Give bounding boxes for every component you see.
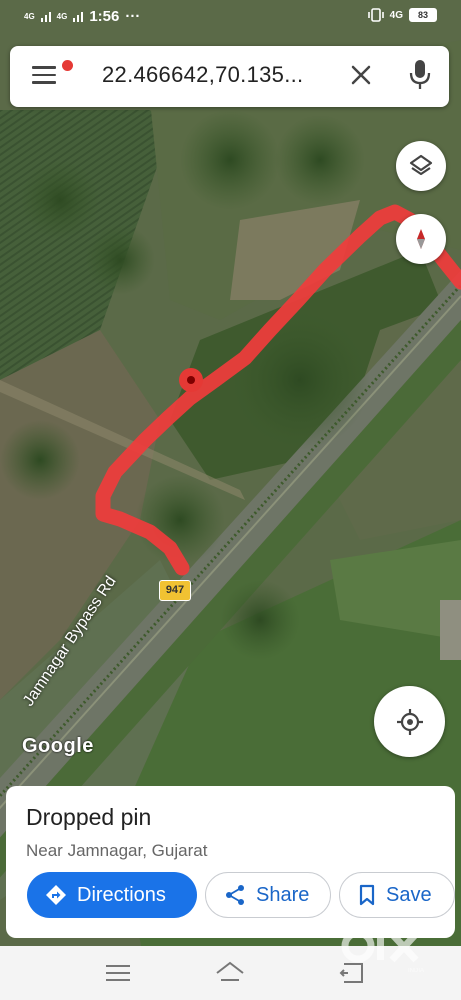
clock: 1:56 [89, 8, 120, 25]
place-sheet[interactable]: Dropped pin Near Jamnagar, Gujarat Direc… [6, 786, 455, 938]
my-location-button[interactable] [374, 686, 445, 757]
share-button[interactable]: Share [205, 872, 331, 918]
layers-icon [409, 154, 433, 176]
place-title: Dropped pin [26, 804, 152, 830]
mic-icon[interactable] [408, 58, 432, 92]
home-icon[interactable] [214, 960, 246, 986]
share-label: Share [256, 883, 310, 906]
close-icon[interactable] [346, 60, 376, 90]
compass-icon [417, 229, 425, 249]
highway-shield: 947 [159, 580, 191, 601]
signal-icon [73, 11, 84, 22]
hamburger-menu-icon[interactable] [32, 66, 58, 88]
olx-watermark: INDIA [341, 928, 424, 974]
search-bar[interactable]: 22.466642,70.135... [10, 46, 449, 107]
compass-button[interactable] [396, 214, 446, 264]
network-label-2: 4G [56, 11, 68, 21]
more-notifications-icon: ··· [125, 8, 141, 25]
bookmark-icon [359, 884, 375, 906]
battery-icon: 83 [409, 8, 437, 22]
google-attribution: Google [22, 735, 94, 757]
my-location-icon [396, 708, 423, 735]
save-button[interactable]: Save [339, 872, 455, 918]
menu-icon[interactable] [102, 960, 134, 986]
directions-button[interactable]: Directions [27, 872, 197, 918]
signal-icon [40, 11, 51, 22]
notification-dot [62, 60, 73, 71]
layers-button[interactable] [396, 141, 446, 191]
vibrate-icon [367, 8, 384, 22]
search-input[interactable]: 22.466642,70.135... [102, 62, 303, 88]
network-label-1: 4G [24, 11, 35, 21]
share-icon [226, 885, 244, 905]
network-label-right: 4G [389, 9, 403, 21]
save-label: Save [386, 883, 432, 906]
directions-icon [46, 885, 66, 905]
status-bar: 4G 4G 1:56 ··· 4G 83 [0, 0, 461, 36]
place-subtitle: Near Jamnagar, Gujarat [26, 841, 208, 860]
watermark-subtext: INDIA [408, 968, 424, 974]
directions-label: Directions [77, 883, 166, 906]
